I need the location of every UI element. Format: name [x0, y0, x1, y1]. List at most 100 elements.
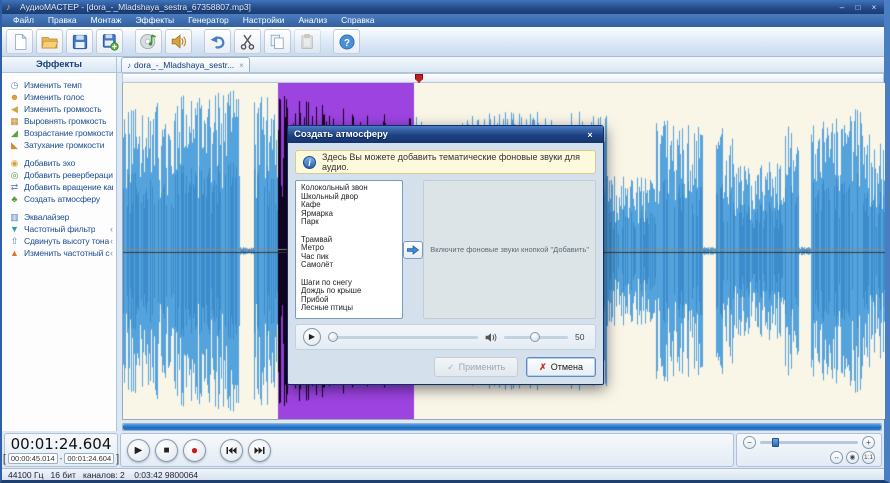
cut-button[interactable]	[234, 29, 261, 54]
tab-label: dora_-_Mladshaya_sestr...	[134, 60, 235, 70]
menu-Анализ[interactable]: Анализ	[291, 14, 334, 27]
undo-icon	[210, 35, 224, 49]
sidebar-item[interactable]: ◣ Затухание громкости	[2, 139, 116, 151]
sound-recording-button[interactable]	[165, 29, 192, 54]
current-time: 00:01:24.604	[10, 434, 112, 453]
menu-Генератор[interactable]: Генератор	[181, 14, 236, 27]
dialog-close-icon[interactable]: ×	[583, 130, 597, 140]
app-logo-icon: ♪	[6, 2, 11, 12]
overview-scrollbar[interactable]	[122, 423, 882, 432]
titlebar: ♪ АудиоМАСТЕР - [dora_-_Mladshaya_sestra…	[2, 0, 884, 14]
tab-close-icon[interactable]: ×	[239, 61, 244, 70]
one-to-one-button[interactable]: 1:1	[862, 451, 875, 464]
bottom-panel: 00:01:24.604 [ 00:00:45.014 - 00:01:24.6…	[2, 431, 884, 468]
sidebar-item[interactable]: ⇧ Сдвинуть высоту тона ‹	[2, 235, 116, 247]
cd-audio-button[interactable]	[135, 29, 162, 54]
save-button[interactable]	[66, 29, 93, 54]
menu-Файл[interactable]: Файл	[6, 14, 41, 27]
sidebar-item[interactable]: ▦ Выровнять громкость	[2, 115, 116, 127]
skip-end-button[interactable]	[248, 438, 271, 462]
skip-end-icon	[254, 446, 265, 454]
channel-rotation-icon: ⇄	[10, 181, 19, 192]
sound-option[interactable]: Лесные птицы	[301, 304, 397, 313]
sidebar-item-label: Частотный фильтр	[24, 224, 96, 234]
open-file-button[interactable]	[36, 29, 63, 54]
zoom-slider-thumb[interactable]	[771, 438, 779, 447]
timeline-ruler[interactable]	[122, 73, 884, 83]
expand-chevron-icon[interactable]: ‹	[110, 248, 113, 258]
overview-eye-button[interactable]: ◉	[846, 451, 859, 464]
preview-position-slider[interactable]	[328, 331, 478, 342]
atmosphere-icon: ♣	[11, 194, 18, 204]
maximize-button[interactable]: □	[852, 3, 864, 12]
menu-Правка[interactable]: Правка	[41, 14, 84, 27]
save-fragment-button[interactable]	[96, 29, 123, 54]
menu-Монтаж[interactable]: Монтаж	[84, 14, 129, 27]
minimize-button[interactable]: –	[836, 3, 848, 12]
sidebar-item[interactable]: ▥ Эквалайзер	[2, 211, 116, 223]
zoom-out-button[interactable]: −	[743, 436, 756, 449]
record-button[interactable]: ●	[183, 438, 206, 462]
skip-start-icon	[226, 446, 237, 454]
sidebar-item-label: Возрастание громкости	[24, 128, 113, 138]
sidebar-item-label: Изменить голос	[24, 92, 85, 102]
stop-button[interactable]: ■	[155, 438, 178, 462]
sound-listbox[interactable]: Колокольный звон Школьный двор Кафе Ярмарка…	[295, 180, 404, 319]
sidebar-item-label: Добавить вращение каналов	[24, 182, 113, 192]
preview-volume-thumb[interactable]	[530, 331, 540, 342]
zoom-slider[interactable]	[760, 438, 858, 447]
fit-width-button[interactable]: ↔	[830, 451, 843, 464]
sound-option[interactable]: Парк	[301, 218, 397, 227]
selection-end-field[interactable]: 00:01:24.604	[64, 453, 115, 464]
play-button[interactable]: ▶	[127, 438, 150, 462]
add-sound-button[interactable]	[403, 240, 424, 259]
loudspeaker-icon	[171, 34, 186, 49]
preview-play-button[interactable]: ▶	[303, 328, 321, 346]
sidebar-item[interactable]: ♣ Создать атмосферу	[2, 193, 116, 205]
preview-position-thumb[interactable]	[328, 331, 338, 342]
apply-button[interactable]: ✓ Применить	[434, 357, 519, 377]
new-file-button[interactable]	[6, 29, 33, 54]
selection-start-field[interactable]: 00:00:45.014	[7, 453, 58, 464]
tabbar: ♪ dora_-_Mladshaya_sestr... ×	[117, 57, 884, 73]
tab-active-file[interactable]: ♪ dora_-_Mladshaya_sestr... ×	[121, 57, 250, 72]
menu-Справка[interactable]: Справка	[334, 14, 381, 27]
new-file-icon	[14, 33, 27, 50]
save-floppy-icon	[72, 34, 87, 49]
sidebar-item-label: Выровнять громкость	[24, 116, 107, 126]
sidebar-item[interactable]: ⇄ Добавить вращение каналов	[2, 181, 116, 193]
menu-Настройки[interactable]: Настройки	[236, 14, 292, 27]
menu-Эффекты[interactable]: Эффекты	[128, 14, 181, 27]
sidebar-item[interactable]: ▲ Изменить частотный спектр‹	[2, 247, 116, 259]
close-button[interactable]: ×	[868, 3, 880, 12]
expand-chevron-icon[interactable]: ‹	[110, 224, 113, 234]
sidebar-item[interactable]: ◢ Возрастание громкости	[2, 127, 116, 139]
sidebar-item[interactable]: ◉ Добавить эхо	[2, 157, 116, 169]
sidebar-item[interactable]: ◀ Изменить громкость	[2, 103, 116, 115]
help-button[interactable]: ?	[333, 29, 360, 54]
sidebar-item[interactable]: ☻ Изменить голос	[2, 91, 116, 103]
sidebar-item[interactable]: ◷ Изменить темп	[2, 79, 116, 91]
expand-chevron-icon[interactable]: ‹	[110, 236, 113, 246]
dialog-titlebar[interactable]: Создать атмосферу ×	[288, 126, 603, 143]
sidebar-item[interactable]: ◎ Добавить реверберацию	[2, 169, 116, 181]
skip-start-button[interactable]	[220, 438, 243, 462]
zoom-in-button[interactable]: +	[862, 436, 875, 449]
cancel-button[interactable]: ✗ Отмена	[526, 357, 596, 377]
sidebar-item[interactable]: ▼ Частотный фильтр ‹	[2, 223, 116, 235]
fade-in-icon: ◢	[11, 127, 18, 138]
sidebar-item-label: Создать атмосферу	[24, 194, 100, 204]
open-folder-icon	[41, 36, 59, 48]
tempo-clock-icon: ◷	[10, 79, 19, 90]
preview-volume-slider[interactable]	[504, 331, 568, 342]
paste-button[interactable]	[294, 29, 321, 54]
volume-value: 50	[575, 332, 585, 342]
undo-button[interactable]	[204, 29, 231, 54]
copy-button[interactable]	[264, 29, 291, 54]
sound-option[interactable]: Самолёт	[301, 261, 397, 270]
help-icon: ?	[339, 34, 354, 49]
pitch-shift-icon: ⇧	[10, 235, 19, 246]
overview-scrollbar-fill	[123, 424, 881, 431]
playhead-marker[interactable]	[415, 74, 423, 83]
statusbar: 44100 Гц 16 бит каналов: 2 0:03:42 98000…	[2, 468, 884, 480]
